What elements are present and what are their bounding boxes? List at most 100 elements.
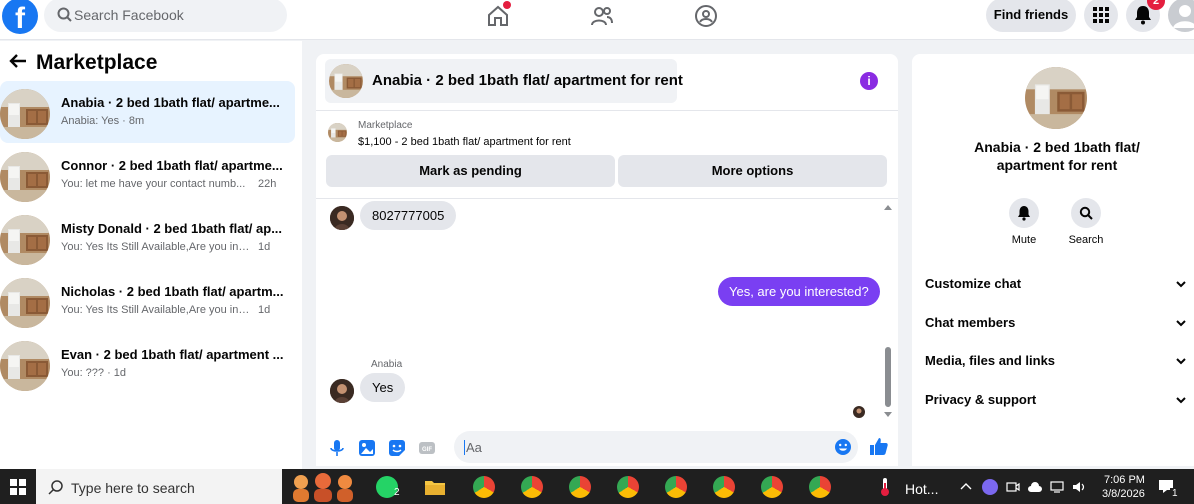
conversation-item[interactable]: Nicholas · 2 bed 1bath flat/ apartm... Y… [0,270,295,332]
meet-icon[interactable] [1006,480,1020,494]
sidebar-header: Marketplace [6,51,157,75]
privacy-support-section[interactable]: Privacy & support [925,392,1187,412]
scroll-down-icon[interactable] [883,411,893,419]
clock-time[interactable]: 7:06 PM [1104,474,1145,486]
back-arrow-icon[interactable] [6,53,30,69]
listing-thumbnail [329,64,363,98]
conversation-item[interactable]: Anabia · 2 bed 1bath flat/ apartme... An… [0,81,295,143]
mark-as-pending-button[interactable]: Mark as pending [326,155,615,187]
file-explorer-icon[interactable] [424,478,446,496]
chat-header[interactable]: Anabia · 2 bed 1bath flat/ apartment for… [325,59,683,103]
menu-button[interactable] [1084,0,1118,32]
chat-panel: Anabia · 2 bed 1bath flat/ apartment for… [316,54,898,466]
section-label: Customize chat [925,276,1022,291]
search-placeholder: Search Facebook [74,7,184,23]
chrome-icon[interactable] [521,476,543,498]
tray-app-icon[interactable] [982,479,998,495]
search-bar[interactable]: Search Facebook [44,0,287,32]
conversation-item[interactable]: Misty Donald · 2 bed 1bath flat/ ap... Y… [0,207,295,269]
friends-icon[interactable] [589,3,615,29]
chat-details-panel: Anabia · 2 bed 1bath flat/ apartment for… [912,54,1194,466]
home-notification-dot [503,1,511,9]
windows-start-icon[interactable] [10,479,26,495]
conversation-snippet: You: Yes Its Still Available,Are you int… [61,241,251,253]
search-label: Search [1068,234,1104,246]
conversation-snippet: You: let me have your contact numb... [61,178,246,190]
chrome-icon[interactable] [665,476,687,498]
thumbs-up-icon[interactable] [869,437,889,457]
taskbar-search[interactable]: Type here to search [36,469,282,504]
conversation-time: 1d [258,241,271,253]
message-thread: 8027777005 Yes, are you interested? Anab… [316,198,898,423]
chat-members-section[interactable]: Chat members [925,315,1187,335]
emoji-icon[interactable] [834,438,852,456]
info-icon[interactable]: i [860,72,878,90]
listing-thumbnail [328,123,347,142]
photo-icon[interactable] [358,439,376,457]
conversation-name: Misty Donald · 2 bed 1bath flat/ ap... [61,221,283,236]
microphone-icon[interactable] [328,439,346,457]
gif-icon[interactable]: GIF [418,439,436,457]
chevron-up-icon[interactable] [960,481,972,491]
chrome-icon[interactable] [809,476,831,498]
outgoing-message: Yes, are you interested? [718,277,880,306]
default-avatar-icon [1173,5,1194,28]
weather-text[interactable]: Hot... [905,481,938,497]
groups-icon[interactable] [693,3,719,29]
section-label: Media, files and links [925,353,1056,368]
conversation-snippet: You: Yes Its Still Available,Are you int… [61,304,251,316]
chevron-down-icon [1176,358,1186,365]
conversation-item[interactable]: Connor · 2 bed 1bath flat/ apartme... Yo… [0,144,295,206]
seen-avatar-icon [853,406,865,418]
scroll-up-icon[interactable] [883,203,893,211]
chevron-down-icon [1176,281,1186,288]
message-scrollbar[interactable] [882,203,894,419]
chrome-icon[interactable] [761,476,783,498]
cloud-icon[interactable] [1027,481,1043,493]
contact-avatar [330,379,354,403]
media-files-links-section[interactable]: Media, files and links [925,353,1187,373]
conversation-snippet: You: ??? · 1d [61,367,127,379]
find-friends-button[interactable]: Find friends [986,0,1076,32]
chrome-icon[interactable] [713,476,735,498]
details-title: Anabia · 2 bed 1bath flat/ apartment for… [974,139,1140,173]
listing-thumbnail [0,89,50,139]
thermometer-icon[interactable] [879,477,891,497]
listing-thumbnail [0,341,50,391]
people-illustration-icon[interactable] [287,472,363,502]
chrome-icon[interactable] [569,476,591,498]
top-bar: f Search Facebook Find friends 2 [0,0,1194,40]
search-icon [57,7,72,22]
bell-icon [1018,206,1030,221]
chrome-icon[interactable] [473,476,495,498]
search-action[interactable]: Search [1056,198,1116,246]
section-label: Privacy & support [925,392,1037,407]
windows-taskbar: Type here to search 2 Hot... 7:06 PM 3/8… [0,469,1194,504]
facebook-logo[interactable]: f [2,0,38,34]
message-input-placeholder: Aa [464,440,482,455]
more-options-button[interactable]: More options [618,155,887,187]
search-icon [48,480,63,495]
chat-title: Anabia · 2 bed 1bath flat/ apartment for… [372,72,683,89]
grid-menu-icon [1093,7,1109,23]
conversation-time: 1d [258,304,271,316]
customize-chat-section[interactable]: Customize chat [925,276,1187,296]
conversation-name: Connor · 2 bed 1bath flat/ apartme... [61,158,283,173]
mute-action[interactable]: Mute [994,198,1054,246]
search-icon [1079,206,1093,220]
marketplace-label: Marketplace [358,120,413,131]
marketplace-listing-bar: Marketplace $1,100 - 2 bed 1bath flat/ a… [316,110,898,198]
message-input[interactable]: Aa [454,431,858,463]
chrome-icon[interactable] [617,476,639,498]
profile-avatar[interactable] [1168,0,1194,32]
conversation-name: Nicholas · 2 bed 1bath flat/ apartm... [61,284,284,299]
listing-thumbnail [0,215,50,265]
listing-detail[interactable]: $1,100 - 2 bed 1bath flat/ apartment for… [358,136,571,148]
scroll-thumb[interactable] [885,347,891,407]
conversation-item[interactable]: Evan · 2 bed 1bath flat/ apartment ... Y… [0,333,295,395]
network-icon[interactable] [1050,481,1064,493]
volume-icon[interactable] [1072,481,1086,493]
sidebar-title: Marketplace [36,51,158,74]
clock-date[interactable]: 3/8/2026 [1102,488,1145,500]
sticker-icon[interactable] [388,439,406,457]
